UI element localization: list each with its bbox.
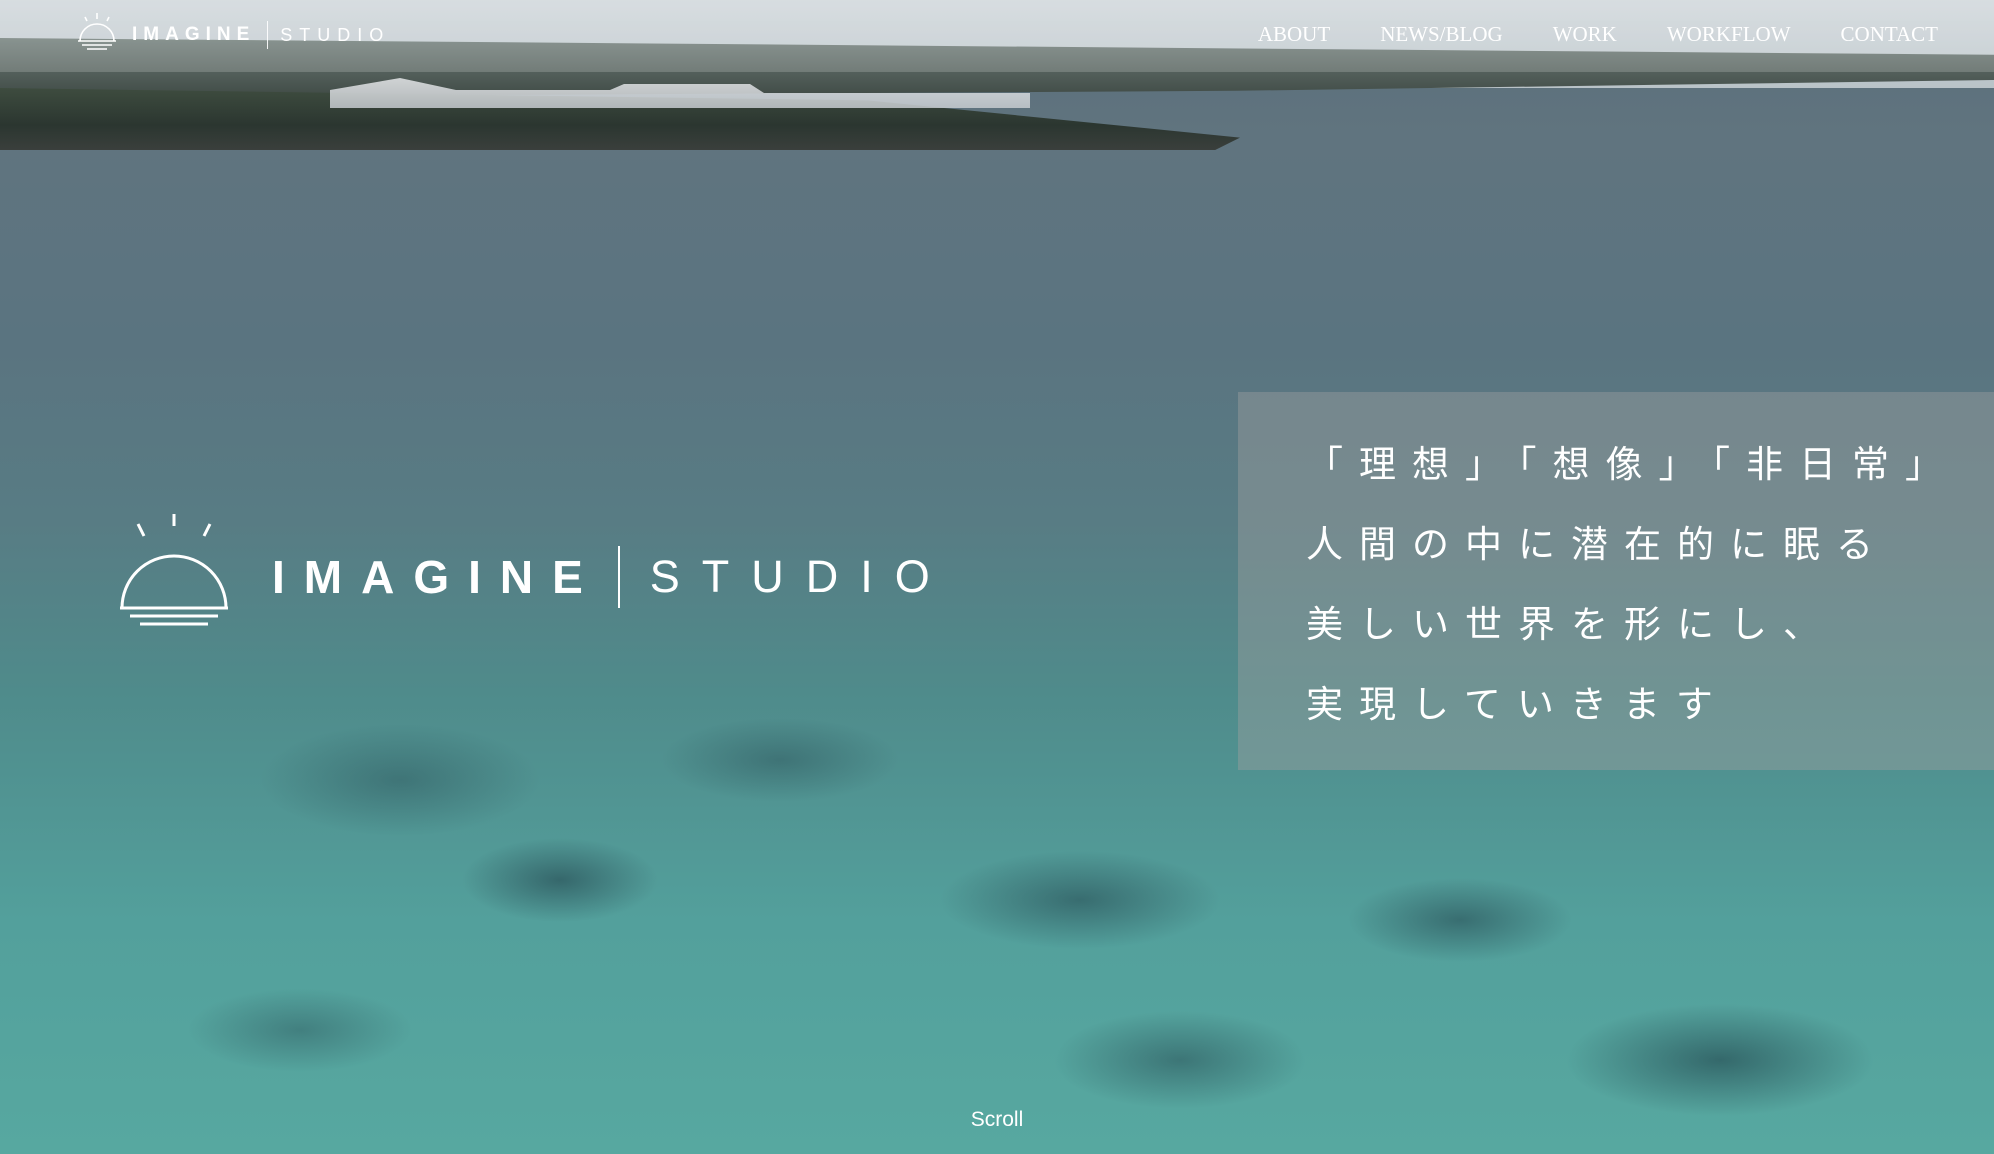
scroll-indicator[interactable]: Scroll — [0, 1108, 1994, 1132]
tagline-line-2: 人間の中に潜在的に眠る — [1306, 523, 1889, 566]
nav-workflow[interactable]: WORKFLOW — [1667, 22, 1791, 47]
header-logo-sub: STUDIO — [280, 24, 391, 45]
nav-news-blog[interactable]: NEWS/BLOG — [1380, 22, 1503, 47]
main-nav: ABOUT NEWS/BLOG WORK WORKFLOW CONTACT — [1258, 22, 1938, 47]
hero-logo: IMAGINE STUDIO — [118, 512, 952, 642]
sunrise-logo-icon — [74, 11, 120, 59]
hero-logo-sub: STUDIO — [649, 551, 952, 602]
nav-about[interactable]: ABOUT — [1258, 22, 1330, 47]
tagline-line-4: 実現していきます — [1306, 683, 1729, 726]
tagline-line-1: 「理想」「想像」「非日常」 — [1306, 443, 1958, 486]
nav-work[interactable]: WORK — [1553, 22, 1617, 47]
hero-logo-divider — [617, 546, 620, 608]
site-header: IMAGINE STUDIO ABOUT NEWS/BLOG WORK WORK… — [0, 0, 1994, 72]
nav-contact[interactable]: CONTACT — [1841, 22, 1938, 47]
tagline-line-3: 美しい世界を形にし、 — [1306, 603, 1836, 646]
header-logo-brand: IMAGINE — [132, 24, 256, 45]
header-logo-divider — [267, 21, 269, 49]
sunrise-logo-icon — [118, 512, 230, 642]
hero-logo-brand: IMAGINE — [272, 551, 602, 603]
tagline-panel: 「理想」「想像」「非日常」 人間の中に潜在的に眠る 美しい世界を形にし、 実現し… — [1238, 392, 1994, 770]
header-logo-link[interactable]: IMAGINE STUDIO — [74, 10, 390, 60]
